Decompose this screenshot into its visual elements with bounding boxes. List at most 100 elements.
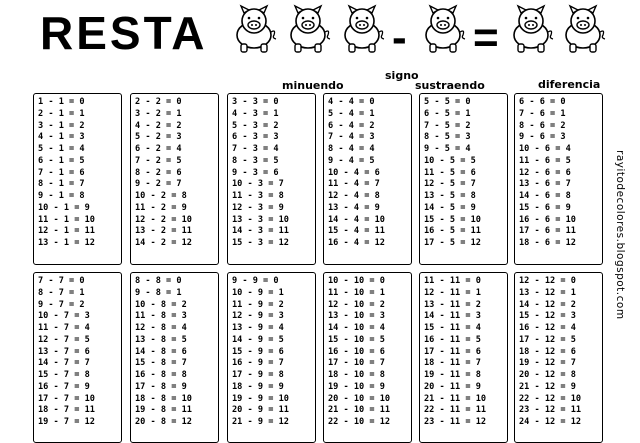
table-row: 11 - 11 = 0 (424, 276, 481, 286)
table-row: 9 - 7 = 2 (38, 299, 85, 310)
table-row: 18 - 10 = 8 (328, 370, 385, 380)
subtraction-table-4: 4 - 4 = 0 5 - 4 = 1 6 - 4 = 2 7 - 4 = 3 … (323, 93, 412, 265)
table-row: 13 - 7 = 6 (38, 346, 90, 357)
table-row: 9 - 4 = 5 (328, 155, 375, 166)
table-row: 5 - 4 = 1 (328, 108, 375, 119)
table-row: 18 - 8 = 10 (135, 393, 192, 404)
table-row: 12 - 11 = 1 (424, 287, 481, 298)
table-row: 13 - 3 = 10 (232, 214, 289, 225)
table-row: 11 - 5 = 6 (424, 167, 476, 178)
table-row: 14 - 9 = 5 (232, 334, 284, 345)
table-row: 12 - 2 = 10 (135, 214, 192, 225)
table-row: 14 - 2 = 12 (135, 238, 192, 248)
table-row: 10 - 7 = 3 (38, 311, 90, 322)
table-row: 10 - 8 = 2 (135, 299, 187, 310)
subtraction-table-2: 2 - 2 = 0 3 - 2 = 1 4 - 2 = 2 5 - 2 = 3 … (130, 93, 219, 265)
table-row: 13 - 8 = 5 (135, 334, 187, 345)
table-row: 13 - 10 = 3 (328, 311, 385, 322)
table-row: 14 - 7 = 7 (38, 358, 90, 369)
table-row: 13 - 4 = 9 (328, 202, 380, 213)
table-row: 10 - 10 = 0 (328, 276, 385, 286)
difference-label: diferencia (538, 78, 601, 91)
table-row: 18 - 12 = 6 (519, 346, 576, 357)
table-row: 21 - 12 = 9 (519, 381, 576, 392)
table-row: 3 - 2 = 1 (135, 108, 182, 119)
minus-sign: - (392, 13, 407, 62)
table-row: 16 - 10 = 6 (328, 346, 385, 357)
table-row: 19 - 11 = 8 (424, 370, 481, 380)
table-row: 23 - 12 = 11 (519, 405, 582, 416)
table-row: 9 - 8 = 1 (135, 287, 182, 298)
table-row: 17 - 11 = 6 (424, 346, 481, 357)
subtraction-table-12: 12 - 12 = 0 13 - 12 = 1 14 - 12 = 2 15 -… (514, 272, 603, 443)
pig-icon (344, 5, 385, 53)
table-row: 6 - 4 = 2 (328, 120, 375, 131)
table-row: 14 - 10 = 4 (328, 323, 385, 333)
table-row: 5 - 2 = 3 (135, 132, 182, 143)
table-row: 7 - 3 = 4 (232, 144, 279, 154)
table-row: 15 - 3 = 12 (232, 238, 289, 248)
equals-sign: = (473, 13, 499, 62)
table-row: 11 - 2 = 9 (135, 202, 187, 213)
table-row: 12 - 9 = 3 (232, 311, 284, 322)
table-row: 10 - 1 = 9 (38, 202, 90, 213)
table-row: 9 - 1 = 8 (38, 191, 85, 201)
table-row: 17 - 9 = 8 (232, 370, 284, 380)
table-row: 4 - 3 = 1 (232, 108, 279, 119)
table-row: 15 - 12 = 3 (519, 311, 576, 322)
table-row: 16 - 6 = 10 (519, 214, 576, 225)
table-row: 7 - 2 = 5 (135, 155, 182, 166)
table-row: 17 - 10 = 7 (328, 358, 385, 369)
table-row: 8 - 6 = 2 (519, 120, 566, 131)
table-row: 12 - 3 = 9 (232, 202, 284, 213)
table-row: 7 - 1 = 6 (38, 167, 85, 178)
table-row: 6 - 3 = 3 (232, 132, 279, 143)
table-row: 21 - 11 = 10 (424, 393, 487, 404)
table-row: 21 - 9 = 12 (232, 417, 289, 427)
table-row: 17 - 7 = 10 (38, 393, 95, 404)
table-row: 16 - 8 = 8 (135, 370, 187, 380)
table-row: 13 - 5 = 8 (424, 191, 476, 201)
table-row: 9 - 3 = 6 (232, 167, 279, 178)
table-row: 15 - 9 = 6 (232, 346, 284, 357)
pig-icon (425, 5, 466, 53)
table-row: 15 - 6 = 9 (519, 202, 571, 213)
table-row: 8 - 5 = 3 (424, 132, 471, 143)
table-row: 5 - 1 = 4 (38, 144, 85, 154)
table-row: 11 - 1 = 10 (38, 214, 95, 225)
table-row: 9 - 6 = 3 (519, 132, 566, 143)
table-row: 16 - 11 = 5 (424, 334, 481, 345)
table-row: 24 - 12 = 12 (519, 417, 582, 427)
table-row: 12 - 10 = 2 (328, 299, 385, 310)
table-row: 18 - 9 = 9 (232, 381, 284, 392)
table-row: 5 - 3 = 2 (232, 120, 279, 131)
table-row: 19 - 8 = 11 (135, 405, 192, 416)
table-row: 13 - 2 = 11 (135, 226, 192, 237)
table-row: 16 - 4 = 12 (328, 238, 385, 248)
table-row: 8 - 8 = 0 (135, 276, 182, 286)
table-row: 13 - 6 = 7 (519, 179, 571, 190)
table-row: 7 - 7 = 0 (38, 276, 85, 286)
table-row: 12 - 7 = 5 (38, 334, 90, 345)
table-row: 3 - 1 = 2 (38, 120, 85, 131)
table-row: 8 - 1 = 7 (38, 179, 85, 190)
blog-watermark: rayitodecolores.blogspot.com (614, 150, 626, 320)
table-row: 7 - 5 = 2 (424, 120, 471, 131)
table-row: 11 - 7 = 4 (38, 323, 90, 333)
table-row: 12 - 8 = 4 (135, 323, 187, 333)
table-row: 15 - 5 = 10 (424, 214, 481, 225)
table-row: 19 - 7 = 12 (38, 417, 95, 427)
table-row: 1 - 1 = 0 (38, 97, 85, 107)
table-row: 17 - 5 = 12 (424, 238, 481, 248)
table-row: 10 - 5 = 5 (424, 155, 476, 166)
table-row: 20 - 10 = 10 (328, 393, 391, 404)
table-row: 23 - 11 = 12 (424, 417, 487, 427)
table-row: 22 - 12 = 10 (519, 393, 582, 404)
table-row: 13 - 9 = 4 (232, 323, 284, 333)
table-row: 8 - 7 = 1 (38, 287, 85, 298)
table-row: 4 - 2 = 2 (135, 120, 182, 131)
table-row: 6 - 1 = 5 (38, 155, 85, 166)
table-row: 12 - 5 = 7 (424, 179, 476, 190)
table-row: 13 - 11 = 2 (424, 299, 481, 310)
table-row: 14 - 3 = 11 (232, 226, 289, 237)
